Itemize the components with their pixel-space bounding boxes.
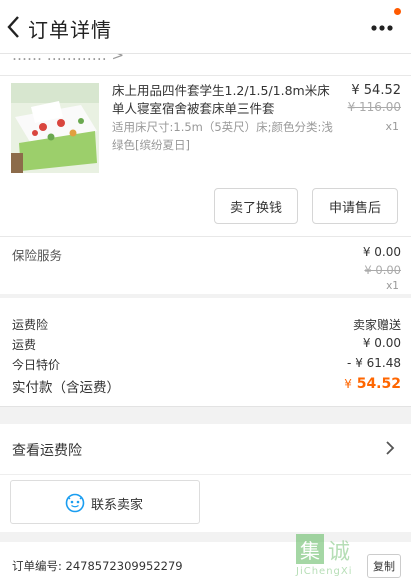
summary-value: ¥ 0.00 (362, 336, 401, 350)
chevron-right-icon (386, 441, 395, 455)
summary-value: 卖家赠送 (352, 318, 401, 332)
back-arrow-icon[interactable] (4, 12, 24, 42)
shop-name-partial: …… ………… > (12, 54, 125, 64)
currency-symbol: ¥ (344, 377, 352, 391)
watermark-text: 诚 (328, 540, 353, 565)
watermark-url: JiChengXi (296, 566, 353, 577)
chat-face-icon (65, 493, 85, 513)
more-icon[interactable] (369, 18, 395, 38)
summary-row: 今日特价 - ¥ 61.48 (12, 356, 401, 376)
payment-summary: 运费险 卖家赠送 运费 ¥ 0.00 今日特价 - ¥ 61.48 实付款（含运… (0, 298, 411, 406)
order-number: 订单编号: 2478572309952279 (12, 559, 183, 573)
summary-value: - ¥ 61.48 (347, 356, 401, 370)
contact-section: 联系卖家 (0, 474, 411, 532)
insurance-quantity: x1 (386, 280, 399, 292)
after-sale-button[interactable]: 申请售后 (312, 188, 398, 224)
section-divider (0, 406, 411, 424)
insurance-price: ¥ 0.00 (362, 245, 401, 259)
summary-key: 运费 (12, 338, 37, 352)
product-original-price: ¥ 116.00 (347, 100, 401, 114)
notification-dot (394, 8, 401, 15)
product-title[interactable]: 床上用品四件套学生1.2/1.5/1.8m米床单人寝室宿舍被套床单三件套 (112, 82, 342, 118)
product-spec: 适用床尺寸:1.5m（5英尺）床;颜色分类:浅绿色[缤纷夏日] (112, 120, 333, 152)
summary-key: 今日特价 (12, 358, 61, 372)
contact-seller-label: 联系卖家 (91, 498, 144, 513)
summary-key: 运费险 (12, 318, 49, 332)
summary-row: 运费险 卖家赠送 (12, 316, 401, 336)
shop-row[interactable]: …… ………… > (0, 54, 411, 76)
summary-row: 运费 ¥ 0.00 (12, 336, 401, 356)
resell-button[interactable]: 卖了换钱 (214, 188, 298, 224)
insurance-original-price: ¥ 0.00 (364, 263, 401, 277)
watermark-badge: 集 (296, 534, 324, 564)
total-amount-value: 54.52 (356, 376, 401, 392)
insurance-service-row: 保险服务 ¥ 0.00 ¥ 0.00 x1 (0, 236, 411, 294)
product-price: ¥ 54.52 (351, 83, 401, 98)
page-title: 订单详情 (28, 18, 112, 42)
insurance-label: 保险服务 (12, 248, 63, 263)
top-bar: 订单详情 (0, 0, 411, 54)
product-item[interactable]: 床上用品四件套学生1.2/1.5/1.8m米床单人寝室宿舍被套床单三件套 适用床… (0, 76, 411, 236)
view-shipping-insurance-label: 查看运费险 (12, 443, 82, 459)
product-quantity: x1 (385, 120, 399, 133)
product-thumbnail[interactable] (11, 83, 99, 173)
contact-seller-button[interactable]: 联系卖家 (10, 480, 200, 524)
total-paid-amount: ¥ 54.52 (344, 376, 401, 392)
total-paid-label: 实付款（含运费） (12, 380, 120, 396)
copy-button[interactable]: 复制 (367, 554, 401, 578)
view-shipping-insurance-row[interactable]: 查看运费险 (0, 424, 411, 474)
total-paid-row: 实付款（含运费） ¥ 54.52 (12, 376, 401, 396)
